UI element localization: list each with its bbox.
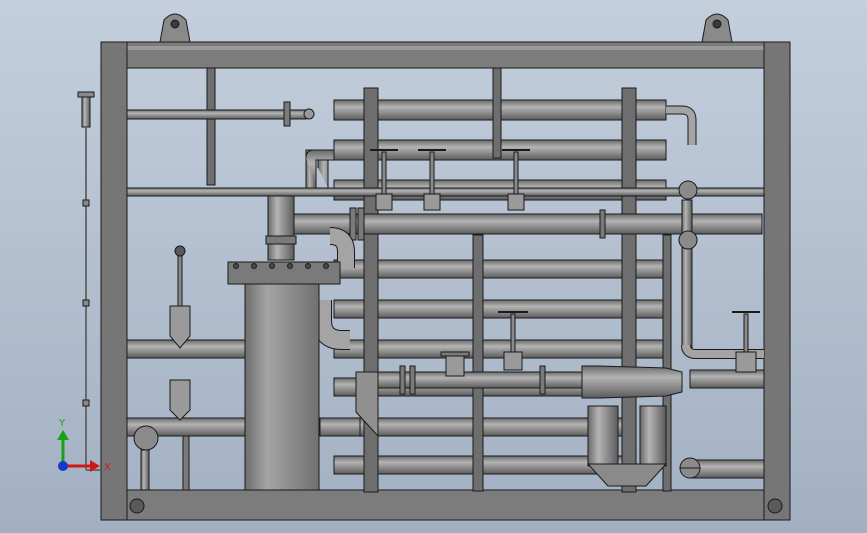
- exchanger-tube-row[interactable]: [333, 339, 667, 359]
- vessel-shell[interactable]: [244, 283, 320, 491]
- base-bolt-hole-right: [767, 498, 783, 514]
- model-view[interactable]: Y X: [0, 0, 867, 533]
- frame-vertical-strut[interactable]: [492, 67, 502, 159]
- frame-bottom-beam[interactable]: [100, 489, 791, 521]
- frame-right-column[interactable]: [763, 41, 791, 521]
- exchanger-support-right[interactable]: [621, 87, 637, 493]
- frame-left-column[interactable]: [100, 41, 128, 521]
- main-header-pipe[interactable]: [126, 187, 765, 197]
- triad-y-label: Y: [58, 418, 66, 429]
- pressure-relief-valve[interactable]: [679, 457, 701, 479]
- frame-top-beam[interactable]: [100, 41, 791, 69]
- base-bolt-hole-left: [129, 498, 145, 514]
- triad-z-axis: [58, 461, 68, 471]
- cad-graphics-viewport[interactable]: Y X: [0, 0, 867, 533]
- triad-x-label: X: [104, 462, 111, 473]
- exchanger-tube-row[interactable]: [333, 259, 667, 279]
- exchanger-tube-row[interactable]: [333, 299, 667, 319]
- frame-vertical-strut[interactable]: [206, 67, 216, 186]
- exchanger-support-mid[interactable]: [472, 234, 484, 492]
